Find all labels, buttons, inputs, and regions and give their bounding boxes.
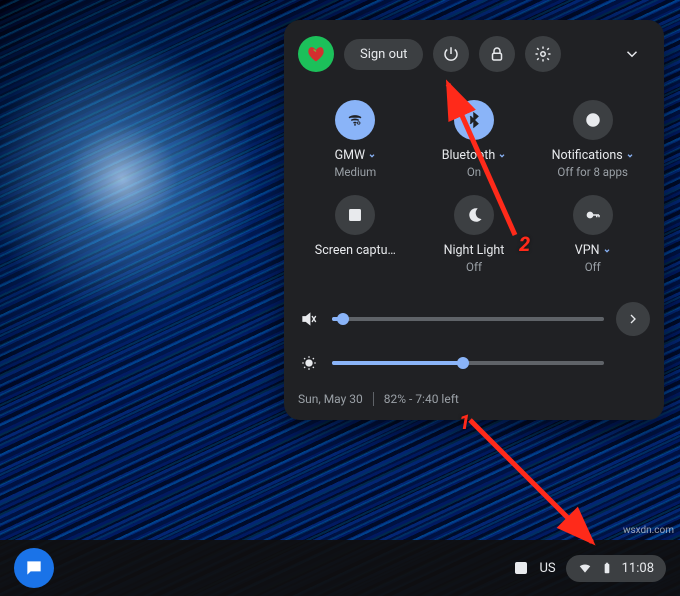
divider [373, 392, 374, 406]
chevron-down-icon [498, 152, 506, 160]
brightness-slider[interactable] [332, 361, 604, 365]
footer-battery: 82% - 7:40 left [384, 392, 459, 406]
panel-footer: Sun, May 30 82% - 7:40 left [298, 392, 650, 406]
brightness-icon[interactable] [298, 354, 320, 372]
sliders-section [298, 302, 650, 372]
brightness-slider-row [298, 354, 650, 372]
messages-app[interactable] [14, 548, 54, 588]
panel-header: Sign out [298, 36, 650, 72]
vpn-key-icon [573, 195, 613, 235]
tile-vpn[interactable]: VPN Off [535, 191, 650, 278]
volume-mute-icon[interactable] [298, 310, 320, 328]
wifi-icon [335, 100, 375, 140]
tile-notifications-label: Notifications [552, 148, 623, 163]
tile-screen-capture-label: Screen captu… [315, 243, 396, 258]
watermark: wsxdn.com [623, 525, 674, 536]
volume-slider-row [298, 302, 650, 336]
chevron-right-icon [625, 311, 641, 327]
bluetooth-icon [454, 100, 494, 140]
settings-button[interactable] [525, 36, 561, 72]
tray-ime[interactable]: US [539, 561, 555, 576]
tile-vpn-label: VPN [575, 243, 600, 258]
chevron-down-icon [368, 152, 376, 160]
tile-bluetooth-sub: On [467, 165, 481, 179]
lock-icon [488, 45, 506, 63]
footer-date: Sun, May 30 [298, 392, 363, 406]
do-not-disturb-icon [573, 100, 613, 140]
gear-icon [534, 45, 552, 63]
tile-wifi[interactable]: GMW Medium [298, 96, 413, 183]
tile-night-light[interactable]: Night Light Off [417, 191, 532, 278]
tile-bluetooth[interactable]: Bluetooth On [417, 96, 532, 183]
tile-bluetooth-label: Bluetooth [442, 148, 496, 163]
quick-settings-tiles: GMW Medium Bluetooth On Notifications Of… [298, 96, 650, 278]
chevron-down-icon [626, 152, 634, 160]
wifi-icon [578, 561, 592, 575]
quick-settings-panel: Sign out GMW Medium Bluetooth [284, 20, 664, 420]
status-time: 11:08 [622, 561, 654, 576]
annotation-2: 2 [519, 232, 530, 256]
tile-notifications[interactable]: Notifications Off for 8 apps [535, 96, 650, 183]
tile-vpn-sub: Off [585, 260, 601, 274]
tray-holding-space[interactable] [513, 560, 529, 576]
status-tray[interactable]: 11:08 [566, 555, 666, 582]
chevron-down-icon [603, 247, 611, 255]
sign-out-button[interactable]: Sign out [344, 39, 423, 70]
audio-settings-button[interactable] [616, 302, 650, 336]
screen-capture-icon [335, 195, 375, 235]
night-light-icon [454, 195, 494, 235]
user-avatar[interactable] [298, 36, 334, 72]
shelf: US 11:08 [0, 540, 680, 596]
collapse-button[interactable] [614, 36, 650, 72]
power-icon [442, 45, 460, 63]
tile-night-light-sub: Off [466, 260, 482, 274]
tile-screen-capture[interactable]: Screen captu… [298, 191, 413, 278]
tile-wifi-label: GMW [335, 148, 366, 163]
battery-icon [600, 561, 614, 575]
tile-notifications-sub: Off for 8 apps [557, 165, 628, 179]
lock-button[interactable] [479, 36, 515, 72]
tray-download-icon [513, 560, 529, 576]
annotation-1: 1 [459, 410, 470, 434]
volume-slider[interactable] [332, 317, 604, 321]
tile-wifi-sub: Medium [334, 165, 376, 179]
chevron-down-icon [623, 45, 641, 63]
tile-night-light-label: Night Light [444, 243, 505, 258]
chat-icon [24, 558, 44, 578]
power-button[interactable] [433, 36, 469, 72]
